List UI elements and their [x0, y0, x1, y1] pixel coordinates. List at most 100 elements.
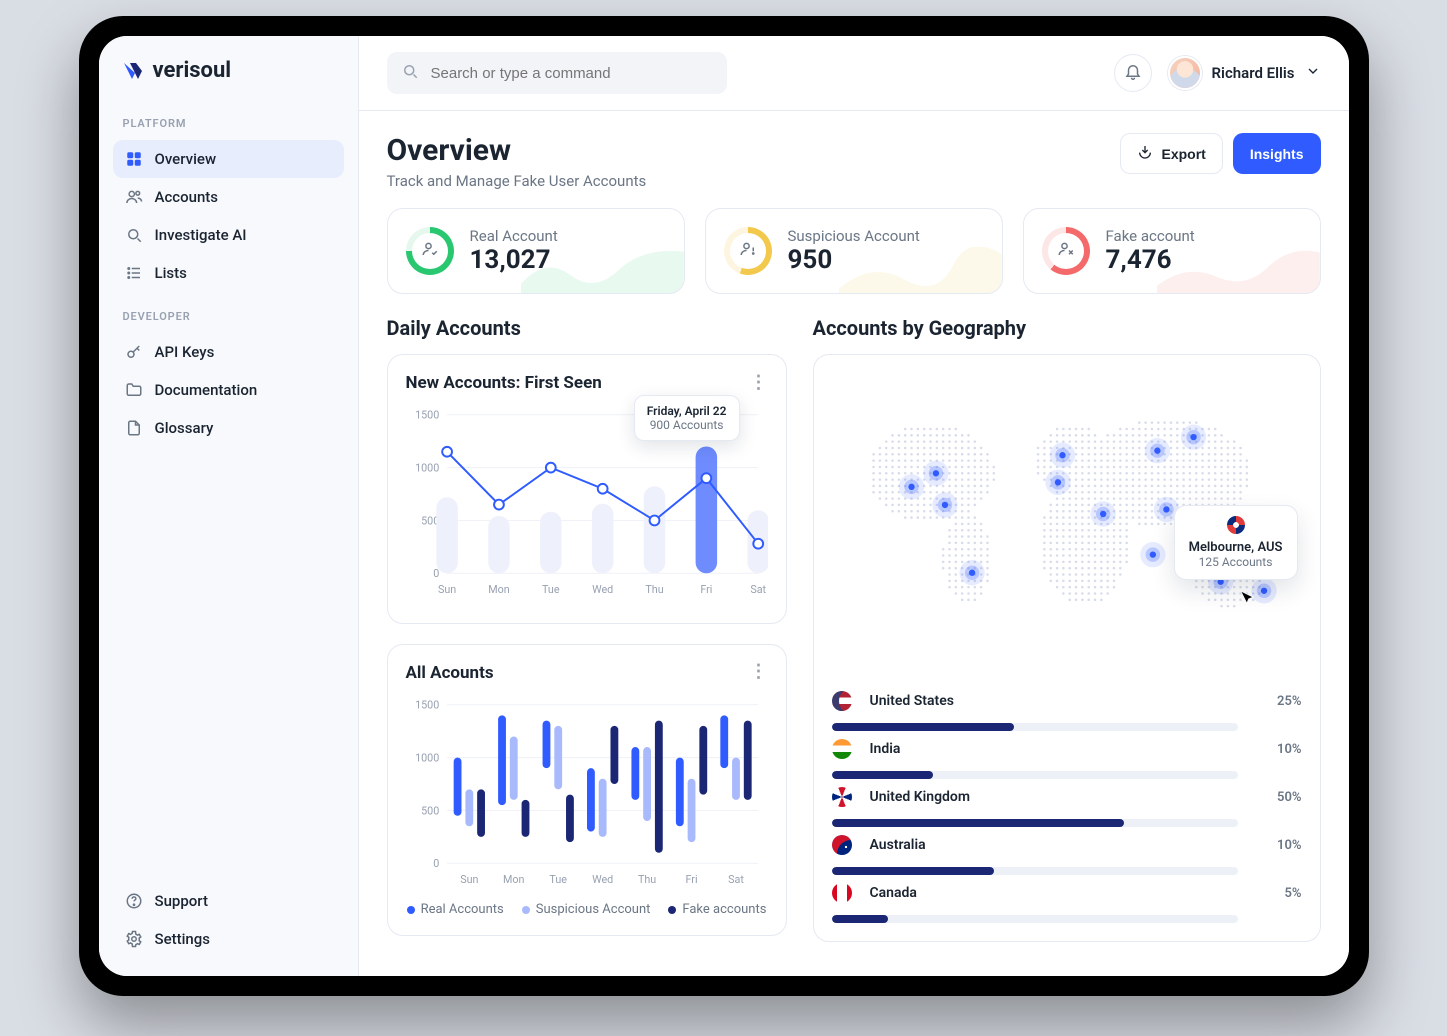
sidebar-item-glossary[interactable]: Glossary — [113, 409, 344, 447]
chart-legend: Real Accounts Suspicious Account Fake ac… — [406, 902, 768, 917]
stat-ring-fake — [1042, 227, 1090, 275]
more-button[interactable]: ⋮ — [750, 667, 768, 678]
tooltip-date: Friday, April 22 — [647, 404, 727, 418]
svg-text:0: 0 — [433, 857, 439, 870]
card-geo-map: Melbourne, AUS 125 Accounts United State… — [813, 354, 1321, 942]
sidebar-item-apikeys[interactable]: API Keys — [113, 333, 344, 371]
section-title-geo: Accounts by Geography — [813, 316, 1321, 340]
svg-text:Fri: Fri — [700, 583, 712, 596]
flag-icon — [832, 883, 852, 903]
gear-icon — [125, 930, 143, 948]
svg-text:Thu: Thu — [645, 583, 663, 596]
more-button[interactable]: ⋮ — [750, 378, 768, 389]
sidebar-item-label: Investigate AI — [155, 226, 247, 244]
sidebar-item-label: Overview — [155, 150, 217, 168]
page-title: Overview — [387, 133, 647, 168]
stat-label: Suspicious Account — [788, 227, 920, 245]
svg-text:1500: 1500 — [415, 698, 439, 711]
svg-text:Tue: Tue — [549, 873, 567, 886]
user-alert-icon — [739, 240, 757, 262]
card-title-text: All Acounts — [406, 663, 494, 683]
svg-text:0: 0 — [433, 567, 439, 580]
section-title-daily: Daily Accounts — [387, 316, 787, 340]
sidebar-item-accounts[interactable]: Accounts — [113, 178, 344, 216]
country-row: Canada5% — [832, 883, 1302, 923]
country-name: United Kingdom — [870, 789, 1238, 805]
tooltip-count: 900 Accounts — [647, 418, 727, 432]
export-button[interactable]: Export — [1120, 133, 1222, 174]
sparkline-icon — [839, 247, 1002, 293]
svg-text:1500: 1500 — [415, 409, 439, 422]
country-bar-fill — [832, 915, 889, 923]
search-input[interactable] — [429, 64, 713, 83]
sidebar-item-label: Support — [155, 892, 208, 910]
stat-card-suspicious: Suspicious Account 950 — [705, 208, 1003, 294]
svg-text:Tue: Tue — [542, 583, 560, 596]
page-header: Overview Track and Manage Fake User Acco… — [387, 133, 1321, 190]
country-bar-fill — [832, 867, 994, 875]
svg-text:Sat: Sat — [728, 873, 744, 886]
stat-label: Real Account — [470, 227, 558, 245]
country-row: India 10% — [832, 739, 1302, 779]
flag-icon — [832, 691, 852, 711]
export-label: Export — [1161, 146, 1205, 162]
map-tooltip: Melbourne, AUS 125 Accounts — [1174, 505, 1298, 580]
insights-label: Insights — [1250, 146, 1304, 162]
daily-column: Daily Accounts New Accounts: First Seen … — [387, 316, 787, 936]
insights-button[interactable]: Insights — [1233, 133, 1321, 174]
help-icon — [125, 892, 143, 910]
user-menu[interactable]: Richard Ellis — [1168, 56, 1321, 90]
brand-mark-icon — [121, 59, 145, 83]
svg-text:Thu: Thu — [637, 873, 655, 886]
svg-text:Sat: Sat — [750, 583, 766, 596]
sidebar-item-investigate[interactable]: Investigate AI — [113, 216, 344, 254]
sidebar-section-platform: PLATFORM — [123, 117, 334, 130]
chevron-down-icon — [1305, 63, 1321, 83]
sidebar-item-support[interactable]: Support — [113, 882, 344, 920]
country-name: India — [870, 741, 1238, 757]
svg-text:500: 500 — [421, 804, 439, 817]
brand-name: verisoul — [153, 58, 232, 83]
country-bar-track — [832, 867, 1238, 875]
country-bar-track — [832, 771, 1238, 779]
stat-card-real: Real Account 13,027 — [387, 208, 685, 294]
notifications-button[interactable] — [1114, 54, 1152, 92]
chart-tooltip: Friday, April 22 900 Accounts — [634, 395, 740, 441]
svg-text:1000: 1000 — [415, 462, 439, 475]
sidebar-item-label: Documentation — [155, 381, 258, 399]
country-row: United Kingdom50% — [832, 787, 1302, 827]
geo-column: Accounts by Geography Melbourne, AUS 125… — [813, 316, 1321, 942]
svg-text:1000: 1000 — [415, 751, 439, 764]
file-icon — [125, 419, 143, 437]
country-bar-fill — [832, 771, 934, 779]
user-x-icon — [1057, 240, 1075, 262]
stat-label: Fake account — [1106, 227, 1195, 245]
svg-text:Sun: Sun — [460, 873, 478, 886]
legend-item: Suspicious Account — [522, 902, 651, 917]
tooltip-city: Melbourne, AUS — [1189, 540, 1283, 555]
stat-ring-real — [406, 227, 454, 275]
legend-item: Fake accounts — [668, 902, 766, 917]
sidebar-item-label: Glossary — [155, 419, 214, 437]
card-all-accounts: All Acounts ⋮ 050010001500SunMonTueWedTh… — [387, 644, 787, 937]
country-bar-track — [832, 915, 1238, 923]
flag-icon — [1227, 516, 1245, 534]
legend-label: Real Accounts — [421, 902, 504, 917]
sidebar-item-settings[interactable]: Settings — [113, 920, 344, 958]
country-name: United States — [870, 693, 1238, 709]
card-title-text: New Accounts: First Seen — [406, 373, 602, 393]
export-icon — [1137, 144, 1153, 163]
legend-item: Real Accounts — [407, 902, 504, 917]
main: Richard Ellis Overview Track and Manage … — [359, 36, 1349, 976]
svg-text:Fri: Fri — [685, 873, 697, 886]
search-input-wrap[interactable] — [387, 52, 727, 94]
country-pct: 10% — [1250, 742, 1302, 757]
country-row: United States25% — [832, 691, 1302, 731]
sidebar-item-lists[interactable]: Lists — [113, 254, 344, 292]
search-icon — [401, 62, 419, 84]
svg-text:Sun: Sun — [437, 583, 455, 596]
sidebar-item-overview[interactable]: Overview — [113, 140, 344, 178]
sidebar-item-docs[interactable]: Documentation — [113, 371, 344, 409]
page-subtitle: Track and Manage Fake User Accounts — [387, 172, 647, 190]
country-name: Australia — [870, 837, 1238, 853]
